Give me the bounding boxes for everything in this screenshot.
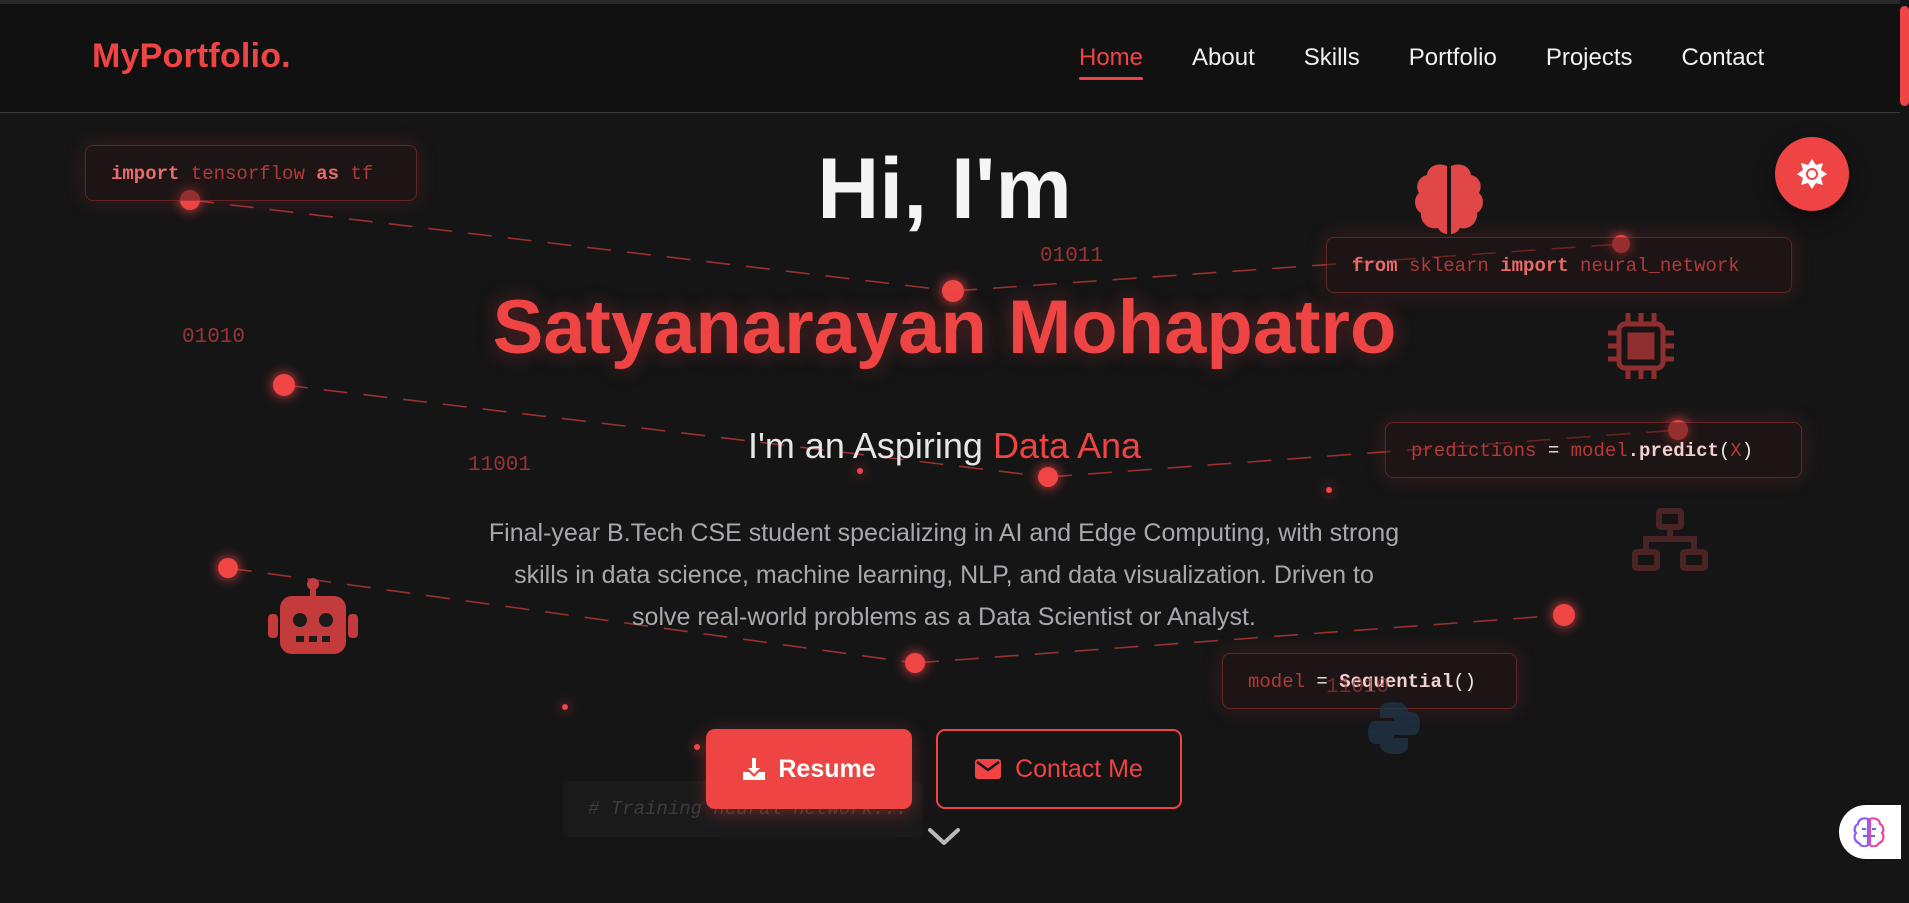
role-typed-text: Data Ana — [992, 425, 1142, 466]
download-icon — [743, 758, 766, 780]
scrollbar[interactable] — [1900, 0, 1909, 903]
hero-greeting: Hi, I'm — [817, 141, 1072, 237]
contact-label: Contact Me — [1015, 754, 1143, 783]
contact-me-button[interactable]: Contact Me — [936, 729, 1182, 809]
binary-label: 11010 — [1326, 676, 1390, 699]
navbar: MyPortfolio. Home About Skills Portfolio… — [0, 4, 1900, 113]
scrollbar-thumb[interactable] — [1900, 6, 1909, 106]
hero-role: I'm an Aspiring Data Ana — [0, 425, 1889, 467]
binary-label: 01011 — [1040, 245, 1104, 268]
nav-links: Home About Skills Portfolio Projects Con… — [1079, 44, 1813, 80]
brand-logo[interactable]: MyPortfolio. — [92, 37, 291, 76]
nav-projects[interactable]: Projects — [1546, 44, 1633, 72]
theme-toggle-button[interactable] — [1775, 137, 1849, 211]
envelope-icon — [975, 759, 1002, 779]
nav-portfolio[interactable]: Portfolio — [1409, 44, 1497, 72]
nav-skills[interactable]: Skills — [1304, 44, 1360, 72]
hero-name: Satyanarayan Mohapatro — [492, 285, 1397, 370]
python-icon — [1368, 702, 1420, 754]
ai-brain-icon — [1853, 817, 1885, 847]
role-prefix: I'm an Aspiring — [747, 425, 993, 466]
nav-home[interactable]: Home — [1079, 44, 1144, 80]
nav-contact[interactable]: Contact — [1682, 44, 1765, 72]
robot-icon — [268, 578, 358, 654]
hero-description: Final-year B.Tech CSE student specializi… — [488, 519, 1400, 631]
resume-button[interactable]: Resume — [706, 729, 912, 809]
network-icon — [1632, 508, 1708, 571]
sun-icon — [1797, 159, 1827, 189]
ai-assistant-button[interactable] — [1839, 805, 1901, 859]
nav-about[interactable]: About — [1192, 44, 1255, 72]
resume-label: Resume — [778, 754, 876, 783]
chevron-down-icon[interactable] — [926, 826, 962, 848]
